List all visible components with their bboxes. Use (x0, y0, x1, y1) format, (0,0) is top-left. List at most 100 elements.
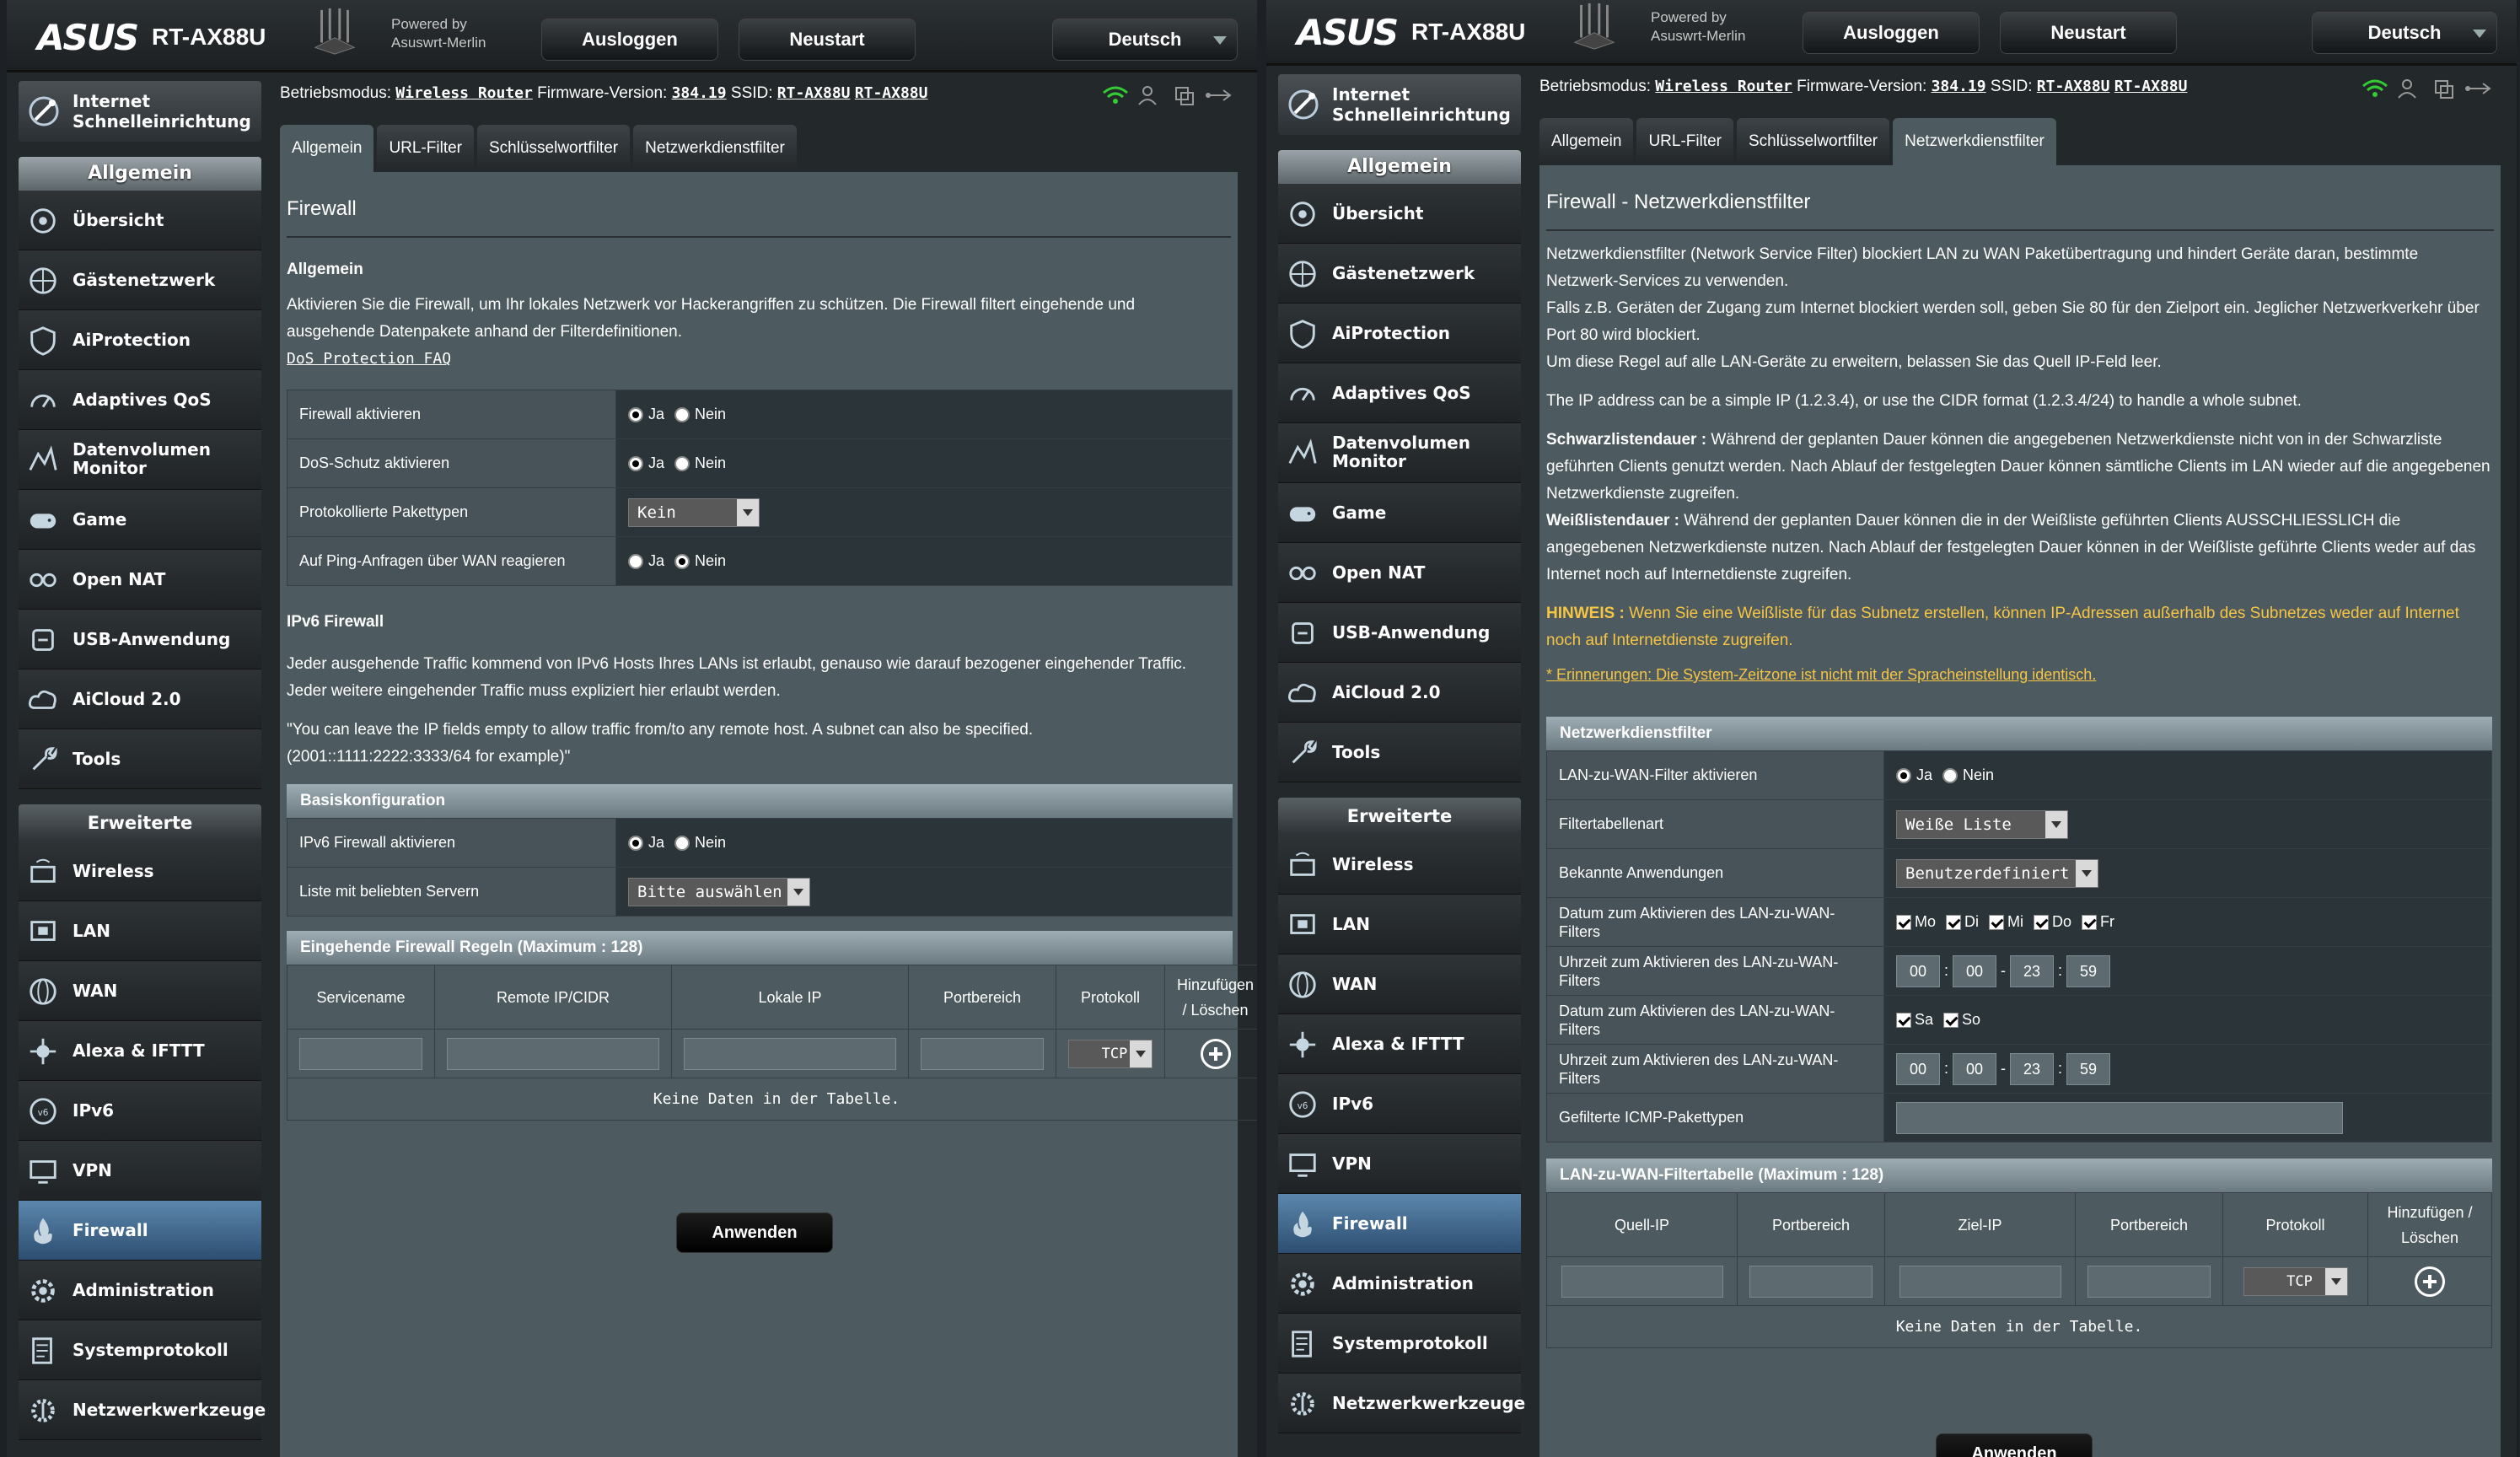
logout-button[interactable]: Ausloggen (1803, 12, 1980, 54)
port-range-input[interactable] (921, 1037, 1044, 1070)
sidebar-item-firewall[interactable]: Firewall (19, 1201, 261, 1261)
quick-setup-button[interactable]: Internet Schnelleinrichtung (1278, 74, 1521, 135)
sidebar-item-übersicht[interactable]: Übersicht (1278, 184, 1521, 244)
sidebar-item-wan[interactable]: WAN (1278, 954, 1521, 1014)
weekday-end-minute-input[interactable]: 59 (2066, 954, 2111, 987)
copy-icon[interactable] (1175, 87, 1194, 105)
ping-no-radio[interactable] (674, 553, 690, 569)
weekend-start-minute-input[interactable]: 00 (1953, 1052, 1997, 1085)
weekday-do-checkbox[interactable] (2034, 914, 2050, 930)
filter-type-select[interactable]: Weiße Liste (1896, 809, 2068, 839)
sidebar-item-systemprotokoll[interactable]: Systemprotokoll (19, 1320, 261, 1380)
sidebar-item-adaptives-qos[interactable]: Adaptives QoS (1278, 363, 1521, 423)
weekend-start-hour-input[interactable]: 00 (1896, 1052, 1940, 1085)
weekday-start-minute-input[interactable]: 00 (1953, 954, 1997, 987)
ipv6-yes-radio[interactable] (628, 835, 643, 851)
weekday-di-checkbox[interactable] (1946, 914, 1962, 930)
clients-icon[interactable] (2398, 79, 2416, 99)
sidebar-item-tools[interactable]: Tools (19, 729, 261, 789)
tab-allgemein[interactable]: Allgemein (280, 125, 374, 172)
dos-faq-link[interactable]: DoS Protection FAQ (287, 346, 451, 373)
sidebar-item-netzwerkwerkzeuge[interactable]: Netzwerkwerkzeuge (19, 1380, 266, 1440)
logout-button[interactable]: Ausloggen (541, 19, 718, 61)
protocol-select[interactable]: TCP (1068, 1039, 1153, 1068)
weekday-start-hour-input[interactable]: 00 (1896, 954, 1940, 987)
sidebar-item-game[interactable]: Game (1278, 483, 1521, 543)
wifi-icon[interactable] (2362, 79, 2388, 97)
protocol-select[interactable]: TCP (2243, 1266, 2348, 1296)
sidebar-item-firewall[interactable]: Firewall (1278, 1194, 1521, 1254)
sidebar-item-open-nat[interactable]: Open NAT (1278, 543, 1521, 603)
weekday-end-hour-input[interactable]: 23 (2010, 954, 2055, 987)
servicename-input[interactable] (299, 1037, 422, 1070)
sidebar-item-vpn[interactable]: VPN (19, 1141, 261, 1201)
sidebar-item-tools[interactable]: Tools (1278, 723, 1521, 782)
sidebar-item-aicloud-2-0[interactable]: AiCloud 2.0 (19, 669, 261, 729)
add-icon[interactable] (2415, 1266, 2445, 1297)
tab-keyword-filter[interactable]: Schlüsselwortfilter (1737, 118, 1890, 165)
sidebar-item-alexa-ifttt[interactable]: Alexa & IFTTT (1278, 1014, 1521, 1074)
sidebar-item-übersicht[interactable]: Übersicht (19, 191, 261, 250)
fw-version-link[interactable]: 384.19 (1932, 78, 1986, 95)
ssid-24-link[interactable]: RT-AX88U (777, 84, 851, 102)
firewall-yes-radio[interactable] (628, 406, 643, 422)
nsf-no-radio[interactable] (1942, 767, 1959, 783)
language-select[interactable]: Deutsch (1052, 19, 1238, 61)
language-select[interactable]: Deutsch (2312, 12, 2497, 54)
sidebar-item-ipv6[interactable]: v6 IPv6 (19, 1081, 261, 1141)
local-ip-input[interactable] (684, 1037, 896, 1070)
sidebar-item-wan[interactable]: WAN (19, 961, 261, 1021)
sidebar-item-ipv6[interactable]: v6 IPv6 (1278, 1074, 1521, 1134)
op-mode-link[interactable]: Wireless Router (395, 84, 533, 102)
reboot-button[interactable]: Neustart (2000, 12, 2177, 54)
timezone-reminder-link[interactable]: * Erinnerungen: Die System-Zeitzone ist … (1546, 661, 2490, 689)
sidebar-item-usb-anwendung[interactable]: USB-Anwendung (1278, 603, 1521, 663)
popular-servers-select[interactable]: Bitte auswählen (628, 877, 810, 906)
tab-service-filter[interactable]: Netzwerkdienstfilter (1893, 118, 2056, 165)
sidebar-item-wireless[interactable]: Wireless (1278, 835, 1521, 895)
apply-button[interactable]: Anwenden (1936, 1433, 2093, 1457)
sidebar-item-usb-anwendung[interactable]: USB-Anwendung (19, 610, 261, 669)
sidebar-item-aicloud-2-0[interactable]: AiCloud 2.0 (1278, 663, 1521, 723)
weekday-fr-checkbox[interactable] (2082, 914, 2098, 930)
sidebar-item-lan[interactable]: LAN (19, 901, 261, 961)
apply-button[interactable]: Anwenden (676, 1212, 833, 1253)
wifi-icon[interactable] (1103, 86, 1128, 104)
icmp-input[interactable] (1896, 1101, 2343, 1134)
sidebar-item-datenvolumen-monitor[interactable]: Datenvolumen Monitor (1278, 423, 1521, 483)
op-mode-link[interactable]: Wireless Router (1655, 78, 1792, 95)
sidebar-item-gästenetzwerk[interactable]: Gästenetzwerk (1278, 244, 1521, 304)
quick-setup-button[interactable]: Internet Schnelleinrichtung (19, 81, 261, 142)
nsf-yes-radio[interactable] (1896, 767, 1911, 783)
source-ip-input[interactable] (1561, 1265, 1723, 1298)
sidebar-item-alexa-ifttt[interactable]: Alexa & IFTTT (19, 1021, 261, 1081)
sidebar-item-administration[interactable]: Administration (19, 1261, 261, 1320)
sidebar-item-lan[interactable]: LAN (1278, 895, 1521, 954)
fw-version-link[interactable]: 384.19 (672, 84, 727, 102)
sidebar-item-aiprotection[interactable]: AiProtection (19, 310, 261, 370)
remote-ip-input[interactable] (447, 1037, 659, 1070)
sidebar-item-adaptives-qos[interactable]: Adaptives QoS (19, 370, 261, 430)
tab-keyword-filter[interactable]: Schlüsselwortfilter (477, 125, 631, 172)
sidebar-item-administration[interactable]: Administration (1278, 1254, 1521, 1314)
ping-yes-radio[interactable] (628, 553, 643, 569)
sidebar-item-game[interactable]: Game (19, 490, 261, 550)
weekend-so-checkbox[interactable] (1943, 1012, 1959, 1028)
usb-icon[interactable] (1206, 89, 1232, 101)
clients-icon[interactable] (1138, 86, 1157, 105)
dos-yes-radio[interactable] (628, 455, 643, 471)
sidebar-item-datenvolumen-monitor[interactable]: Datenvolumen Monitor (19, 430, 261, 490)
dest-port-input[interactable] (2087, 1265, 2211, 1298)
sidebar-item-netzwerkwerkzeuge[interactable]: Netzwerkwerkzeuge (1278, 1374, 1525, 1433)
ssid-5-link[interactable]: RT-AX88U (2114, 78, 2188, 95)
sidebar-item-systemprotokoll[interactable]: Systemprotokoll (1278, 1314, 1521, 1374)
weekday-mo-checkbox[interactable] (1896, 914, 1911, 930)
tab-url-filter[interactable]: URL-Filter (377, 125, 474, 172)
dos-no-radio[interactable] (674, 455, 690, 471)
sidebar-item-vpn[interactable]: VPN (1278, 1134, 1521, 1194)
tab-url-filter[interactable]: URL-Filter (1636, 118, 1733, 165)
copy-icon[interactable] (2435, 80, 2453, 99)
reboot-button[interactable]: Neustart (739, 19, 916, 61)
tab-service-filter[interactable]: Netzwerkdienstfilter (633, 125, 797, 172)
tab-allgemein[interactable]: Allgemein (1539, 118, 1634, 165)
